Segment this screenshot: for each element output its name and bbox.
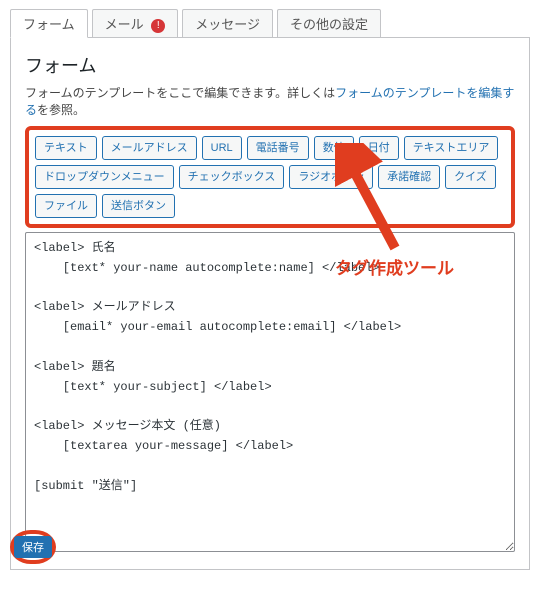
tab-mail-label: メール (105, 17, 144, 32)
tag-btn-quiz[interactable]: クイズ (445, 165, 496, 189)
desc-text-before: フォームのテンプレートをここで編集できます。詳しくは (25, 86, 335, 100)
tag-btn-file[interactable]: ファイル (35, 194, 97, 218)
tabs: フォーム メール ! メッセージ その他の設定 (10, 8, 540, 37)
tag-btn-checkbox[interactable]: チェックボックス (179, 165, 285, 189)
alert-badge-icon: ! (151, 19, 165, 33)
tag-btn-acceptance[interactable]: 承諾確認 (378, 165, 440, 189)
tab-form[interactable]: フォーム (10, 9, 88, 38)
form-template-textarea[interactable] (25, 232, 515, 552)
tag-btn-select[interactable]: ドロップダウンメニュー (35, 165, 174, 189)
save-highlight-ring: 保存 (10, 530, 56, 564)
tag-btn-url[interactable]: URL (202, 136, 242, 160)
section-title: フォーム (25, 52, 515, 78)
tag-btn-submit[interactable]: 送信ボタン (102, 194, 175, 218)
tab-mail[interactable]: メール ! (92, 9, 179, 38)
tag-generator-toolbar: テキスト メールアドレス URL 電話番号 数値 日付 テキストエリア ドロップ… (25, 126, 515, 228)
tag-btn-textarea[interactable]: テキストエリア (404, 136, 499, 160)
tag-btn-text[interactable]: テキスト (35, 136, 97, 160)
tab-messages[interactable]: メッセージ (182, 9, 273, 38)
tag-btn-date[interactable]: 日付 (359, 136, 399, 160)
tag-btn-radio[interactable]: ラジオボタン (289, 165, 373, 189)
desc-text-after: を参照。 (37, 103, 85, 117)
section-description: フォームのテンプレートをここで編集できます。詳しくはフォームのテンプレートを編集… (25, 84, 515, 118)
form-panel: フォーム フォームのテンプレートをここで編集できます。詳しくはフォームのテンプレ… (10, 37, 530, 570)
save-button[interactable]: 保存 (14, 536, 52, 558)
save-highlight: 保存 (10, 530, 56, 564)
tag-btn-email[interactable]: メールアドレス (102, 136, 197, 160)
tag-btn-tel[interactable]: 電話番号 (247, 136, 309, 160)
tag-btn-number[interactable]: 数値 (314, 136, 354, 160)
tab-other-settings[interactable]: その他の設定 (277, 9, 381, 38)
